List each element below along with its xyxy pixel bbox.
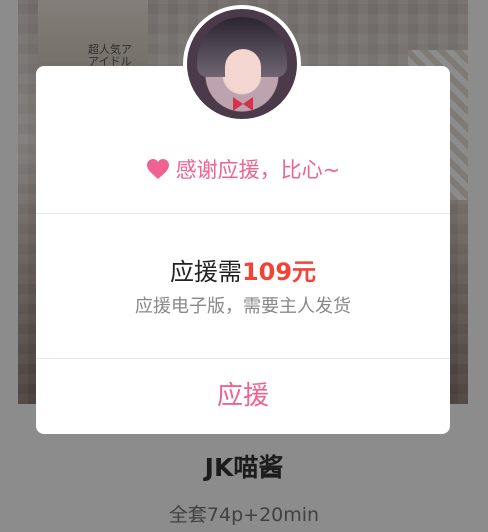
avatar-face [225, 49, 261, 93]
delivery-note: 应援电子版，需要主人发货 [135, 296, 351, 317]
support-button[interactable]: 应援 [36, 359, 450, 434]
thanks-message: 感谢应援，比心~ [36, 154, 450, 185]
avatar-image [187, 9, 297, 119]
avatar-bow [233, 97, 253, 111]
price-line: 应援需109元 [36, 252, 450, 287]
avatar [183, 5, 301, 123]
thanks-text: 感谢应援，比心~ [175, 158, 341, 182]
heart-icon [146, 158, 170, 185]
price-value: 109元 [241, 258, 317, 286]
divider-top [36, 213, 450, 214]
page: 超人気ア アイドル JK喵酱 全套74p+20min 感谢应援，比心~ 应援需1… [0, 0, 488, 532]
price-prefix: 应援需 [169, 258, 242, 286]
